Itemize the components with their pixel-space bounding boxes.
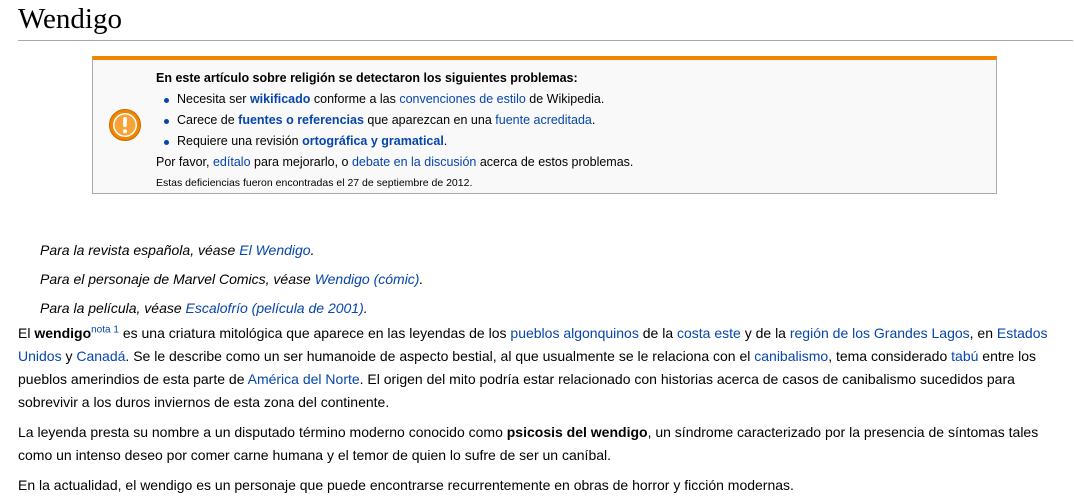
- notice-date-note: Estas deficiencias fueron encontradas el…: [156, 177, 473, 189]
- hatnote: Para el personaje de Marvel Comics, véas…: [40, 271, 424, 287]
- canada-link[interactable]: Canadá: [76, 348, 125, 364]
- term-wendigo: wendigo: [34, 325, 92, 341]
- issue-text: Necesita ser: [177, 92, 250, 106]
- el-wendigo-link[interactable]: El Wendigo: [239, 242, 310, 258]
- hatnote: Para la película, véase Escalofrío (pelí…: [40, 300, 368, 316]
- debate-en-la-discusion-link[interactable]: debate en la discusión: [352, 155, 476, 169]
- issue-item: Necesita ser wikificado conforme a las c…: [164, 89, 976, 110]
- ortografica-y-gramatical-link[interactable]: ortográfica y gramatical: [302, 134, 444, 148]
- region-grandes-lagos-link[interactable]: región de los Grandes Lagos: [790, 325, 970, 341]
- fuentes-o-referencias-link[interactable]: fuentes o referencias: [238, 113, 364, 127]
- issue-item: Requiere una revisión ortográfica y gram…: [164, 131, 976, 152]
- issue-text: de Wikipedia.: [525, 92, 605, 106]
- hatnotes: Para la revista española, véase El Wendi…: [40, 236, 423, 323]
- wendigo-comic-link[interactable]: Wendigo (cómic): [315, 271, 420, 287]
- wikificado-link[interactable]: wikificado: [250, 92, 310, 106]
- fuente-acreditada-link[interactable]: fuente acreditada: [495, 113, 592, 127]
- notice-heading: En este artículo sobre religión se detec…: [156, 71, 578, 85]
- canibalismo-link[interactable]: canibalismo: [754, 348, 828, 364]
- intro-paragraph: El wendigonota 1 es una criatura mitológ…: [18, 324, 1048, 410]
- pueblos-algonquinos-link[interactable]: pueblos algonquinos: [510, 325, 638, 341]
- america-del-norte-link[interactable]: América del Norte: [248, 371, 360, 387]
- issues-notice-box: En este artículo sobre religión se detec…: [92, 56, 997, 194]
- paragraph: La leyenda presta su nombre a un disputa…: [18, 424, 1039, 463]
- issue-item: Carece de fuentes o referencias que apar…: [164, 110, 976, 131]
- page: Wendigo En este artículo sobre religión …: [0, 0, 1074, 494]
- issue-text: Requiere una revisión: [177, 134, 303, 148]
- issue-text: conforme a las: [310, 92, 400, 106]
- warning-icon: [109, 109, 141, 141]
- notice-footer: Por favor, edítalo para mejorarlo, o deb…: [156, 155, 634, 169]
- issues-list: Necesita ser wikificado conforme a las c…: [156, 89, 976, 152]
- hatnote: Para la revista española, véase El Wendi…: [40, 242, 315, 258]
- escalofrio-pelicula-link[interactable]: Escalofrío (película de 2001): [186, 300, 364, 316]
- term-psicosis: psicosis del wendigo: [506, 424, 648, 440]
- page-title: Wendigo: [18, 2, 1073, 41]
- costa-este-link[interactable]: costa este: [677, 325, 741, 341]
- article-content: El wendigonota 1 es una criatura mitológ…: [18, 322, 1070, 504]
- footnote-link[interactable]: nota 1: [91, 324, 119, 335]
- editalo-link[interactable]: edítalo: [213, 155, 251, 169]
- notice-body: En este artículo sobre religión se detec…: [156, 68, 976, 193]
- issue-text: .: [443, 134, 448, 148]
- issue-text: .: [591, 113, 596, 127]
- issue-text: Carece de: [177, 113, 239, 127]
- tabu-link[interactable]: tabú: [951, 348, 978, 364]
- convenciones-de-estilo-link[interactable]: convenciones de estilo: [399, 92, 525, 106]
- issue-text: que aparezcan en una: [363, 113, 496, 127]
